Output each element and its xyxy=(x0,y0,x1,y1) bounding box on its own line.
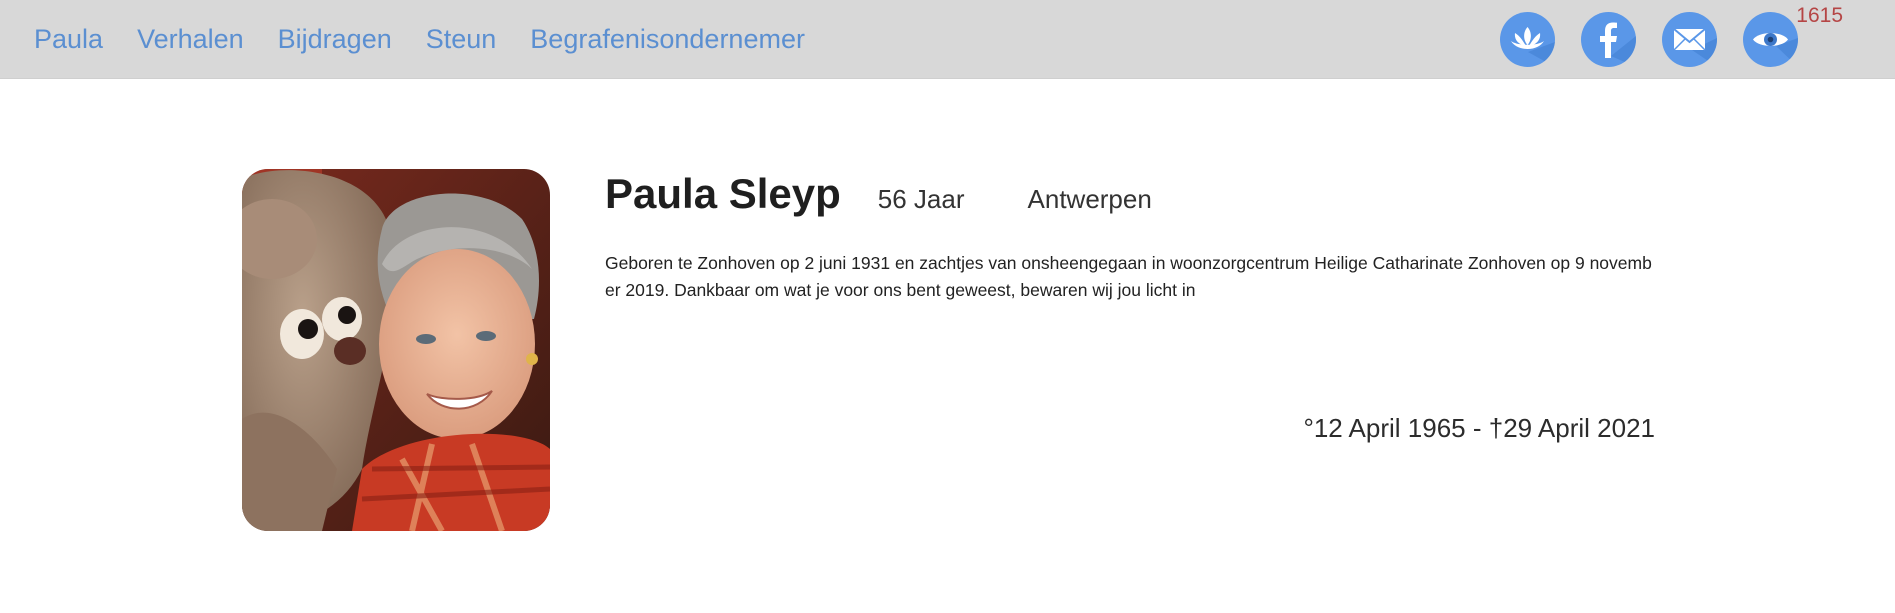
person-name: Paula Sleyp xyxy=(605,170,841,217)
portrait-image xyxy=(242,169,550,531)
person-age: 56 Jaar xyxy=(877,184,965,214)
top-navbar: Paula Verhalen Bijdragen Steun Begrafeni… xyxy=(0,0,1895,79)
lotus-button[interactable] xyxy=(1500,12,1555,67)
nav-link-verhalen[interactable]: Verhalen xyxy=(137,24,244,55)
nav-link-paula[interactable]: Paula xyxy=(34,24,103,55)
views-button[interactable] xyxy=(1743,12,1798,67)
nav-link-steun[interactable]: Steun xyxy=(426,24,497,55)
nav-link-bijdragen[interactable]: Bijdragen xyxy=(278,24,392,55)
profile-photo xyxy=(242,169,550,531)
eye-icon xyxy=(1753,33,1798,67)
facebook-icon xyxy=(1600,22,1636,67)
nav-link-begrafenisondernemer[interactable]: Begrafenisondernemer xyxy=(530,24,805,55)
nav-links: Paula Verhalen Bijdragen Steun Begrafeni… xyxy=(34,0,805,78)
person-bio: Geboren te Zonhoven op 2 juni 1931 en za… xyxy=(605,253,1652,300)
life-dates: °12 April 1965 - †29 April 2021 xyxy=(1303,413,1655,443)
mail-icon xyxy=(1673,28,1717,67)
nav-icons xyxy=(1500,12,1798,67)
lotus-icon xyxy=(1511,27,1555,67)
profile-section: Paula Sleyp 56 Jaar Antwerpen Geboren te… xyxy=(605,170,1655,304)
view-count: 1615 xyxy=(1796,4,1843,27)
mail-button[interactable] xyxy=(1662,12,1717,67)
person-city: Antwerpen xyxy=(1027,184,1152,214)
name-row: Paula Sleyp 56 Jaar Antwerpen xyxy=(605,170,1655,232)
facebook-button[interactable] xyxy=(1581,12,1636,67)
